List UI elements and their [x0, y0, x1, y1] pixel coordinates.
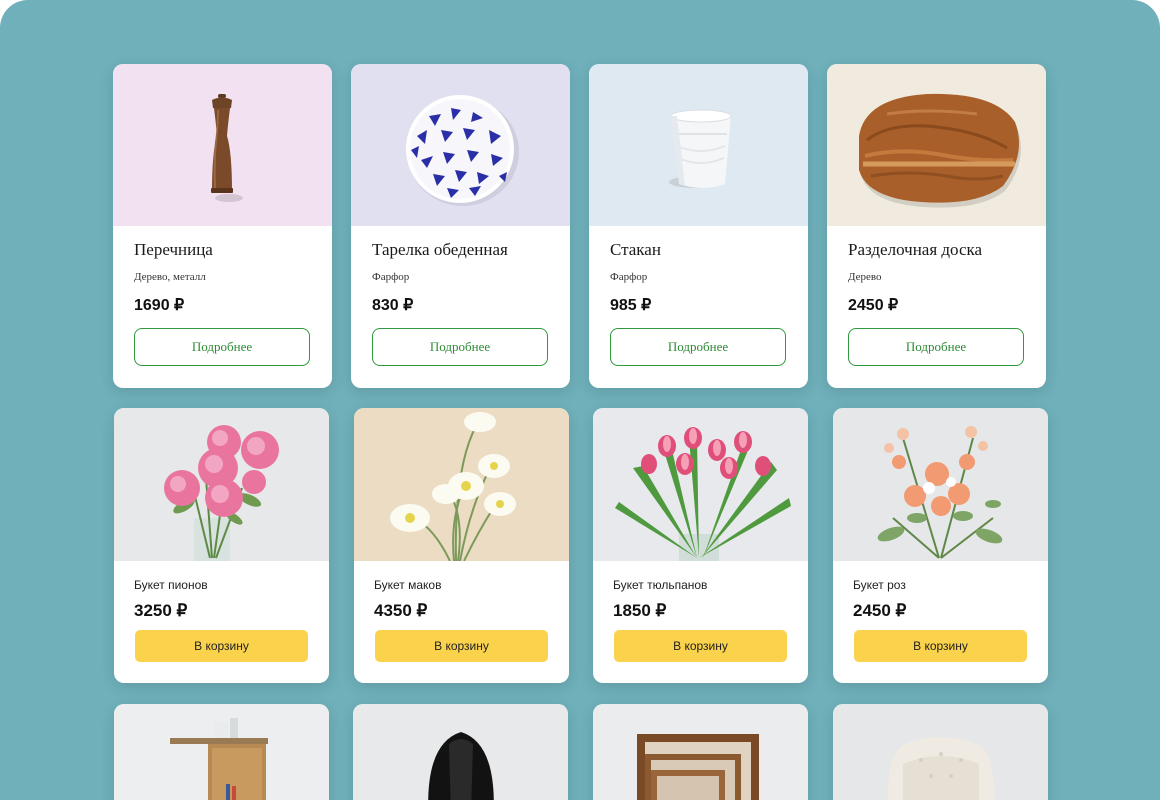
product-card: Разделочная доска Дерево 2450 ₽ Подробне…: [827, 64, 1046, 388]
add-to-cart-button[interactable]: В корзину: [854, 630, 1027, 662]
product-card: [353, 704, 568, 800]
product-price: 2450 ₽: [848, 297, 899, 314]
product-material: Фарфор: [372, 271, 410, 283]
add-to-cart-button[interactable]: В корзину: [135, 630, 308, 662]
details-button[interactable]: Подробнее: [134, 328, 310, 366]
product-material: Дерево, металл: [134, 271, 206, 283]
add-to-cart-button[interactable]: В корзину: [375, 630, 548, 662]
cup-image[interactable]: [589, 64, 808, 226]
armchair-image[interactable]: [833, 704, 1048, 800]
product-card: Букет тюльпанов 1850 ₽ В корзину: [593, 408, 808, 683]
details-button[interactable]: Подробнее: [610, 328, 786, 366]
product-title: Перечница: [134, 240, 213, 259]
product-title: Букет маков: [374, 578, 442, 592]
add-to-cart-button[interactable]: В корзину: [614, 630, 787, 662]
product-price: 1690 ₽: [134, 297, 185, 314]
tulip-bouquet-image[interactable]: [593, 408, 808, 561]
nesting-tables-image[interactable]: [593, 704, 808, 800]
details-button[interactable]: Подробнее: [372, 328, 548, 366]
product-card: Букет маков 4350 ₽ В корзину: [354, 408, 569, 683]
product-price: 985 ₽: [610, 297, 652, 314]
black-chair-image[interactable]: [353, 704, 568, 800]
product-price: 830 ₽: [372, 297, 414, 314]
plate-image[interactable]: [351, 64, 570, 226]
product-price: 4350 ₽: [374, 601, 428, 620]
rose-bouquet-image[interactable]: [833, 408, 1048, 561]
product-title: Стакан: [610, 240, 661, 259]
product-card: [114, 704, 329, 800]
product-card: Букет пионов 3250 ₽ В корзину: [114, 408, 329, 683]
product-card: Стакан Фарфор 985 ₽ Подробнее: [589, 64, 808, 388]
product-title: Тарелка обеденная: [372, 240, 508, 259]
product-title: Букет тюльпанов: [613, 578, 708, 592]
product-card: Букет роз 2450 ₽ В корзину: [833, 408, 1048, 683]
peony-bouquet-image[interactable]: [114, 408, 329, 561]
product-title: Букет роз: [853, 578, 906, 592]
product-card: [593, 704, 808, 800]
product-card: Тарелка обеденная Фарфор 830 ₽ Подробнее: [351, 64, 570, 388]
product-card: [833, 704, 1048, 800]
product-material: Дерево: [848, 271, 882, 283]
product-title: Разделочная доска: [848, 240, 983, 259]
product-price: 3250 ₽: [134, 601, 188, 620]
product-price: 1850 ₽: [613, 601, 667, 620]
poppy-bouquet-image[interactable]: [354, 408, 569, 562]
cutting-board-image[interactable]: [827, 64, 1046, 226]
product-price: 2450 ₽: [853, 601, 907, 620]
pepper-grinder-image[interactable]: [113, 64, 332, 226]
product-title: Букет пионов: [134, 578, 208, 592]
catalog-page: Перечница Дерево, металл 1690 ₽ Подробне…: [0, 0, 1160, 800]
side-table-image[interactable]: [114, 704, 329, 800]
details-button[interactable]: Подробнее: [848, 328, 1024, 366]
product-material: Фарфор: [610, 271, 648, 283]
product-card: Перечница Дерево, металл 1690 ₽ Подробне…: [113, 64, 332, 388]
